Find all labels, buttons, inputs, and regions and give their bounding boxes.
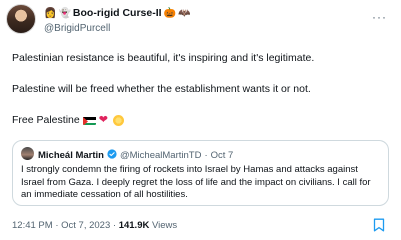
bookmark-icon[interactable] xyxy=(373,218,385,232)
tweet-text-line-2: Palestine will be freed whether the esta… xyxy=(12,83,311,95)
more-options-icon[interactable]: ··· xyxy=(372,10,387,24)
author-handle[interactable]: @BrigidPurcell xyxy=(44,23,377,34)
ghost-emoji-icon: 👻 xyxy=(58,7,71,19)
quoted-author-avatar xyxy=(21,147,34,160)
quoted-tweet[interactable]: Micheál Martin @MichealMartinTD · Oct 7 … xyxy=(12,140,389,206)
tweet-meta: 12:41 PM · Oct 7, 2023 · 141.9K Views xyxy=(12,220,177,231)
tweet-time[interactable]: 12:41 PM xyxy=(12,220,53,231)
red-heart-icon: ❤ xyxy=(98,113,108,126)
meta-separator-2: · xyxy=(112,220,117,231)
quoted-author-handle: @MichealMartinTD xyxy=(120,150,202,161)
quoted-date: Oct 7 xyxy=(210,150,234,161)
quoted-separator: · xyxy=(204,150,208,161)
verified-badge-icon xyxy=(107,149,117,162)
palestine-flag-icon xyxy=(82,116,96,125)
pumpkin-emoji-icon: 🎃 xyxy=(163,7,177,19)
sun-icon xyxy=(112,114,124,126)
tweet-text-line-3: Free Palestine ❤ xyxy=(12,113,389,127)
woman-emoji-icon: 👩 xyxy=(44,7,57,19)
quoted-tweet-header: Micheál Martin @MichealMartinTD · Oct 7 xyxy=(38,149,233,162)
tweet-text-free-palestine: Free Palestine xyxy=(12,114,80,126)
author-name: Boo-rigid Curse-II xyxy=(72,7,162,19)
views-count: 141.9K xyxy=(118,220,150,231)
tweet-header: 👩 👻 Boo-rigid Curse-II 🎃 🦇 @BrigidPurcel… xyxy=(44,7,377,41)
tweet-date[interactable]: Oct 7, 2023 xyxy=(61,220,110,231)
quoted-author-name: Micheál Martin xyxy=(38,150,104,161)
quoted-tweet-text: I strongly condemn the firing of rockets… xyxy=(21,164,371,200)
author-avatar[interactable] xyxy=(6,4,36,34)
tweet-text-line-1: Palestinian resistance is beautiful, it'… xyxy=(12,52,315,64)
meta-separator: · xyxy=(55,220,59,231)
bat-emoji-icon: 🦇 xyxy=(178,7,191,19)
views-label: Views xyxy=(151,220,178,231)
author-name-row[interactable]: 👩 👻 Boo-rigid Curse-II 🎃 🦇 xyxy=(44,7,377,19)
